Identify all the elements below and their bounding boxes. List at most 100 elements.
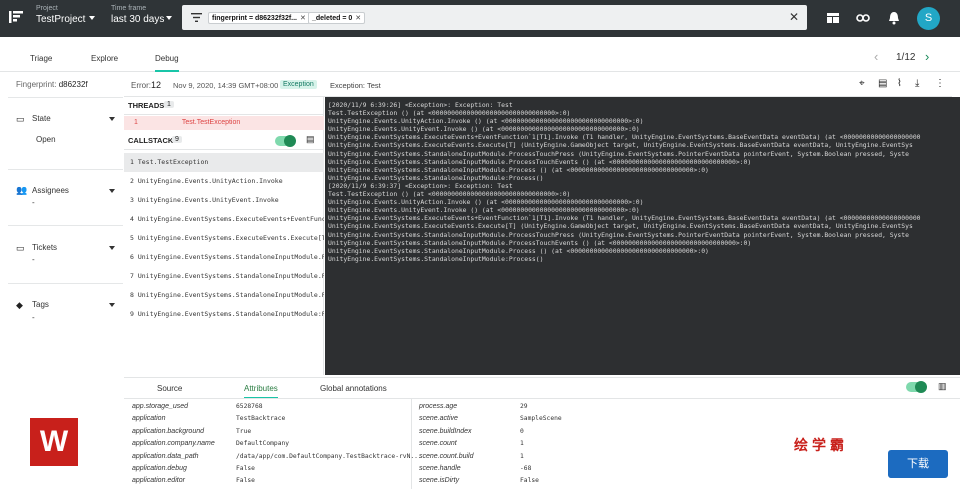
filter-icon[interactable] [191, 13, 202, 22]
tab-debug[interactable]: Debug [155, 54, 179, 72]
project-name: TestProject [36, 14, 86, 25]
attribute-key: application.data_path [132, 452, 199, 460]
attributes-panel: Source Attributes Global annotations ▥ a… [124, 377, 960, 489]
state-value[interactable]: Open [36, 135, 56, 144]
attribute-value[interactable]: SampleScene [520, 413, 562, 425]
attribute-value[interactable]: /data/app/com.DefaultCompany.TestBacktra… [236, 451, 422, 463]
divider [8, 225, 123, 226]
callstack-frame[interactable]: 7 UnityEngine.EventSystems.StandaloneInp… [124, 267, 324, 286]
filter-chip-deleted[interactable]: _deleted = 0 ✕ [308, 12, 366, 24]
assignees-label[interactable]: Assignees [32, 186, 69, 195]
screenshot-icon[interactable]: ⌖ [859, 78, 865, 89]
callstack-frame[interactable]: 9 UnityEngine.EventSystems.StandaloneInp… [124, 305, 324, 324]
attribute-key: scene.isDirty [419, 477, 460, 485]
tab-attributes[interactable]: Attributes [244, 384, 278, 399]
tag-icon: ◆ [16, 300, 23, 310]
callstack-frame[interactable]: 5 UnityEngine.EventSystems.ExecuteEvents… [124, 229, 324, 248]
attribute-value[interactable]: -68 [520, 463, 531, 475]
divider [124, 398, 960, 399]
attribute-key: app.storage_used [132, 403, 189, 410]
attribute-key: application.background [132, 427, 204, 435]
layout-icon[interactable] [826, 11, 840, 25]
attribute-key: scene.buildIndex [419, 427, 472, 435]
callstack-frame[interactable]: 6 UnityEngine.EventSystems.StandaloneInp… [124, 248, 324, 267]
clear-filters-icon[interactable]: ✕ [789, 10, 799, 24]
more-options-icon[interactable]: ⋮ [935, 78, 945, 89]
chevron-down-icon[interactable] [109, 117, 115, 121]
timeframe-selector[interactable]: Time frame last 30 days [111, 5, 164, 26]
tags-label[interactable]: Tags [32, 300, 49, 309]
fingerprint-value[interactable]: d86232f [59, 80, 88, 89]
chevron-down-icon[interactable] [89, 16, 95, 20]
tab-source[interactable]: Source [157, 384, 182, 393]
tags-value: - [32, 313, 35, 322]
error-info-bar: Error: 12 Nov 9, 2020, 14:39 GMT+08:00 E… [124, 73, 952, 97]
columns-icon[interactable]: ▥ [938, 381, 947, 392]
bell-icon[interactable] [887, 11, 901, 25]
error-time: Nov 9, 2020, 14:39 GMT+08:00 [173, 81, 279, 90]
attribute-key: process.age [419, 403, 458, 410]
tab-explore[interactable]: Explore [91, 54, 118, 63]
callstack-frame[interactable]: 3 UnityEngine.Events.UnityEvent.Invoke [124, 191, 324, 210]
attribute-value[interactable]: 1 [520, 438, 524, 450]
timeframe-value: last 30 days [111, 14, 165, 25]
app-logo-icon[interactable] [9, 10, 23, 24]
thread-name: Test.TestException [181, 119, 241, 126]
callstack-frame[interactable]: 2 UnityEngine.Events.UnityAction.Invoke [124, 172, 324, 191]
threads-label: THREADS [128, 101, 165, 110]
fingerprint-row: Fingerprint: d86232f [16, 80, 88, 89]
attribute-value[interactable]: False [520, 475, 539, 487]
attribute-value[interactable]: 0 [520, 426, 524, 438]
assignees-value: - [32, 198, 35, 207]
tab-global-annotations[interactable]: Global annotations [320, 384, 387, 393]
thread-number: 1 [134, 119, 138, 126]
chevron-down-icon[interactable] [109, 303, 115, 307]
tab-triage[interactable]: Triage [30, 54, 52, 63]
chevron-down-icon[interactable] [109, 246, 115, 250]
callstack-frame[interactable]: 8 UnityEngine.EventSystems.StandaloneInp… [124, 286, 324, 305]
attribute-value[interactable]: 1 [520, 451, 524, 463]
attribute-value[interactable]: 6528768 [236, 401, 263, 413]
watermark-corner: 下载 [888, 450, 948, 478]
attribute-value[interactable]: TestBacktrace [236, 413, 285, 425]
link-icon[interactable] [856, 11, 870, 25]
copy-icon[interactable]: ▤ [306, 134, 315, 145]
project-selector[interactable]: Project TestProject [36, 5, 85, 26]
attribute-value[interactable]: False [236, 463, 255, 475]
tickets-label[interactable]: Tickets [32, 243, 57, 252]
attributes-toggle[interactable] [906, 381, 927, 393]
filter-chip-fingerprint[interactable]: fingerprint = d86232f32f... ✕ [208, 12, 310, 24]
attribute-value[interactable]: DefaultCompany [236, 438, 289, 450]
attribute-value[interactable]: False [236, 475, 255, 487]
attribute-value[interactable]: True [236, 426, 251, 438]
ticket-icon: ▭ [16, 243, 25, 253]
thread-row[interactable]: 1 Test.TestException [124, 116, 324, 130]
fingerprint-label: Fingerprint: [16, 80, 57, 89]
download-icon[interactable]: ⤓ [915, 78, 919, 89]
attribute-key: application.company.name [132, 440, 215, 448]
chevron-down-icon[interactable] [109, 189, 115, 193]
attribute-key: scene.active [419, 415, 458, 423]
attribute-key: application.debug [132, 465, 187, 472]
chevron-right-icon[interactable]: › [925, 49, 929, 64]
avatar[interactable]: S [917, 7, 940, 30]
console-output: [2020/11/9 6:39:26] <Exception>: Excepti… [325, 97, 960, 375]
comment-icon[interactable]: ▤ [878, 78, 887, 89]
chevron-left-icon[interactable]: ‹ [874, 49, 878, 64]
close-icon[interactable]: ✕ [300, 15, 306, 22]
callstack-toggle[interactable] [275, 135, 296, 147]
project-label: Project [36, 5, 58, 12]
callstack-frame[interactable]: 4 UnityEngine.EventSystems.ExecuteEvents… [124, 210, 324, 229]
attachment-icon[interactable]: ⌇ [897, 78, 902, 89]
callstack-header: CALLSTACK 9 ▤ [124, 132, 324, 150]
callstack-frame[interactable]: 1 Test.TestException [124, 153, 324, 172]
tickets-value: - [32, 255, 35, 264]
state-label[interactable]: State [32, 114, 51, 123]
chevron-down-icon[interactable] [166, 16, 172, 20]
error-message: Exception: Test [330, 81, 381, 90]
close-icon[interactable]: ✕ [355, 15, 361, 22]
attribute-key: scene.handle [419, 465, 461, 472]
filter-bar[interactable]: fingerprint = d86232f32f... ✕ _deleted = … [182, 5, 807, 30]
watermark-text: 绘学霸 [794, 437, 848, 453]
attribute-value[interactable]: 29 [520, 401, 528, 413]
